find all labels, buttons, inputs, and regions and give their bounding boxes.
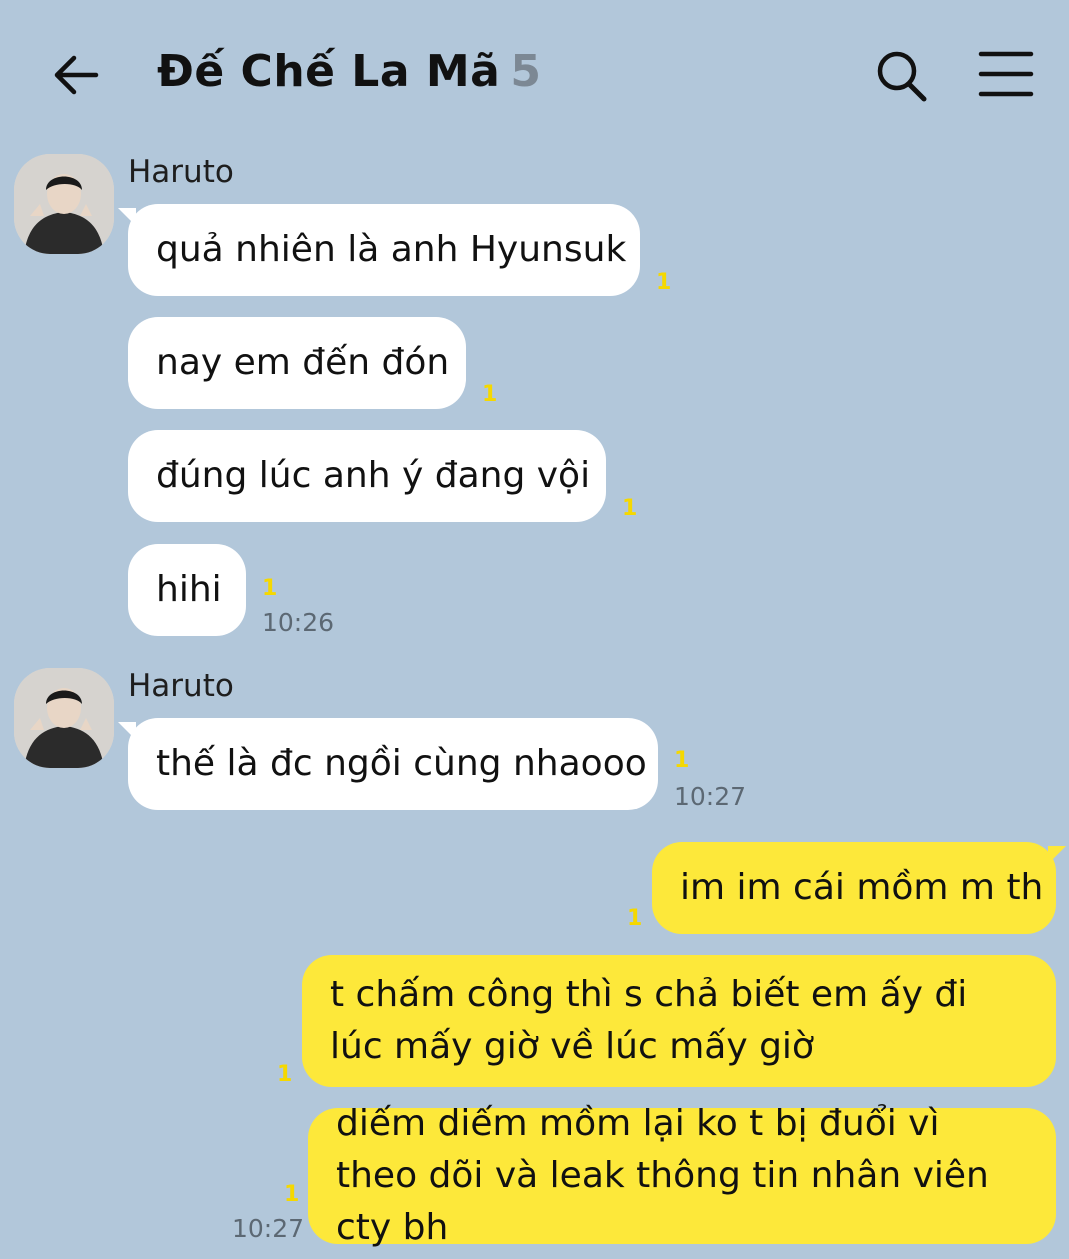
unread-count: 1 bbox=[262, 576, 278, 601]
member-count: 5 bbox=[510, 46, 542, 97]
sender-name: Haruto bbox=[128, 668, 234, 704]
message-bubble[interactable]: diếm diếm mồm lại ko t bị đuổi vì theo d… bbox=[308, 1103, 1056, 1248]
profile-photo-icon bbox=[14, 668, 114, 768]
message-text: hihi bbox=[156, 569, 222, 610]
message-text: nay em đến đón bbox=[156, 342, 450, 383]
message-text: diếm diếm mồm lại ko t bị đuổi vì theo d… bbox=[336, 1103, 989, 1248]
unread-count: 1 bbox=[627, 906, 643, 931]
arrow-left-icon bbox=[54, 55, 99, 95]
avatar[interactable] bbox=[14, 154, 114, 254]
message-time: 10:27 bbox=[232, 1214, 305, 1243]
message-bubble[interactable]: thế là đc ngồi cùng nhaooo bbox=[118, 718, 658, 810]
message-text: thế là đc ngồi cùng nhaooo bbox=[156, 743, 647, 784]
chat-title-text: Đế Chế La Mã bbox=[157, 46, 501, 97]
avatar[interactable] bbox=[14, 668, 114, 768]
sender-name: Haruto bbox=[128, 154, 234, 190]
message-text: quả nhiên là anh Hyunsuk bbox=[156, 229, 627, 270]
message-time: 10:26 bbox=[262, 608, 335, 637]
profile-photo-icon bbox=[14, 154, 114, 254]
bubble-tail bbox=[118, 722, 136, 740]
bubble-tail bbox=[1048, 846, 1066, 864]
message-time: 10:27 bbox=[674, 782, 747, 811]
search-button[interactable] bbox=[870, 45, 932, 107]
chat-header: Đế Chế La Mã 5 bbox=[0, 0, 1069, 140]
message-text: đúng lúc anh ý đang vội bbox=[156, 455, 591, 496]
chat-title: Đế Chế La Mã 5 bbox=[157, 46, 541, 97]
message-bubble[interactable]: im im cái mồm m th bbox=[652, 842, 1066, 934]
message-bubble[interactable]: hihi bbox=[128, 544, 246, 636]
message-bubble[interactable]: t chấm công thì s chả biết em ấy đi lúc … bbox=[302, 955, 1056, 1087]
menu-button[interactable] bbox=[975, 48, 1037, 100]
unread-count: 1 bbox=[482, 382, 498, 407]
bubble-tail bbox=[118, 208, 136, 226]
back-button[interactable] bbox=[50, 48, 104, 102]
unread-count: 1 bbox=[284, 1182, 300, 1207]
message-text: t chấm công thì s chả biết em ấy đi lúc … bbox=[330, 974, 968, 1067]
unread-count: 1 bbox=[674, 748, 690, 773]
message-bubble[interactable]: đúng lúc anh ý đang vội bbox=[128, 430, 606, 522]
unread-count: 1 bbox=[277, 1062, 293, 1087]
message-bubble[interactable]: nay em đến đón bbox=[128, 317, 466, 409]
hamburger-menu-icon bbox=[978, 51, 1034, 97]
unread-count: 1 bbox=[622, 496, 638, 521]
message-text: im im cái mồm m th bbox=[680, 867, 1044, 908]
message-bubble[interactable]: quả nhiên là anh Hyunsuk bbox=[118, 204, 640, 296]
unread-count: 1 bbox=[656, 270, 672, 295]
search-icon bbox=[877, 51, 927, 102]
